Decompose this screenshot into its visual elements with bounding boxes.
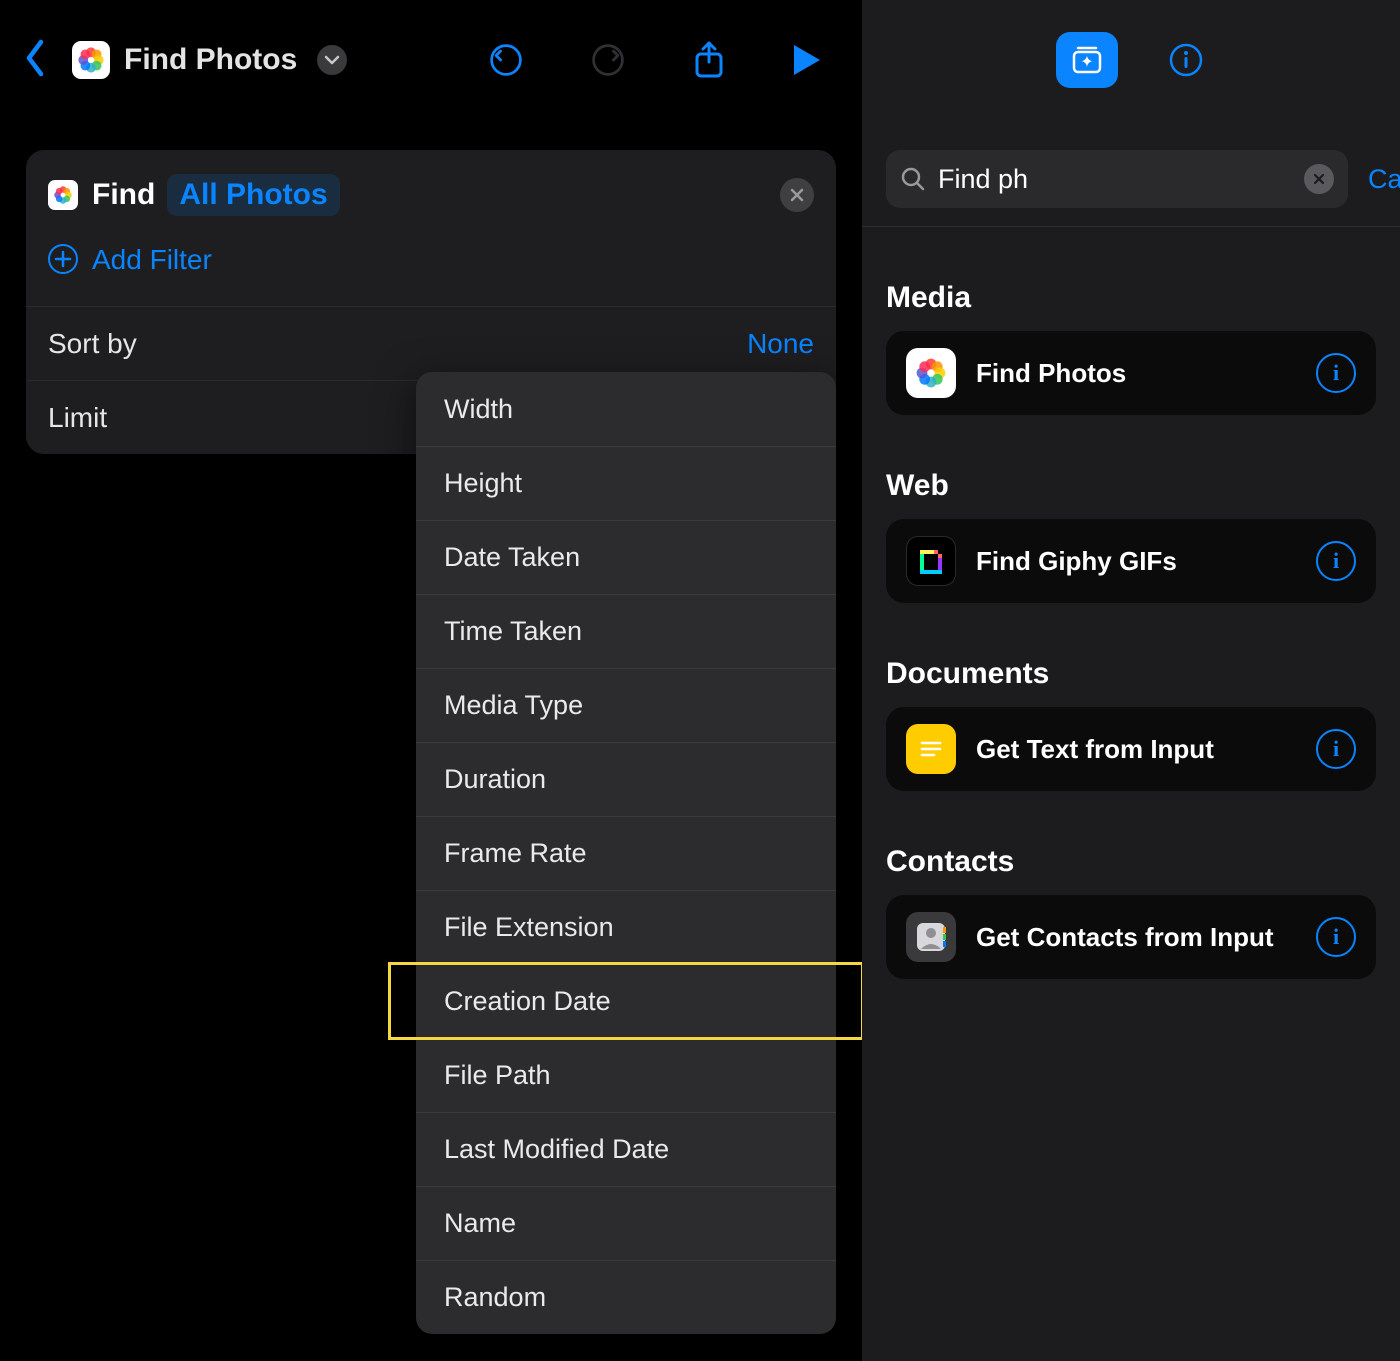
photos-app-icon: [48, 180, 78, 210]
svg-text:✦: ✦: [1080, 54, 1093, 71]
run-button[interactable]: [792, 43, 822, 77]
editor-toolbar: Find Photos: [0, 0, 862, 120]
action-result[interactable]: Find Photos i: [886, 331, 1376, 415]
editor-pane: Find Photos: [0, 0, 862, 1361]
sort-option-creation-date[interactable]: Creation Date: [416, 964, 836, 1038]
sort-option-time-taken[interactable]: Time Taken: [416, 594, 836, 668]
sort-option-height[interactable]: Height: [416, 446, 836, 520]
sort-option-duration[interactable]: Duration: [416, 742, 836, 816]
info-button[interactable]: [1166, 40, 1206, 80]
search-field[interactable]: [886, 150, 1348, 208]
sort-by-label: Sort by: [48, 328, 137, 360]
toolbar-actions: [488, 40, 822, 80]
search-results: MediaFind PhotosiWebFind Giphy GIFsiDocu…: [862, 227, 1400, 979]
back-button[interactable]: [18, 38, 52, 83]
action-result[interactable]: Find Giphy GIFs i: [886, 519, 1376, 603]
search-icon: [900, 166, 926, 192]
contacts-icon: [906, 912, 956, 962]
redo-button[interactable]: [590, 42, 626, 78]
group-title: Contacts: [886, 845, 1376, 879]
find-label: Find: [92, 178, 155, 212]
result-title: Get Contacts from Input: [976, 921, 1296, 954]
action-result[interactable]: Get Text from Input i: [886, 707, 1376, 791]
remove-action-button[interactable]: [780, 178, 814, 212]
photos-source-chip[interactable]: All Photos: [167, 174, 339, 216]
sort-option-last-modified-date[interactable]: Last Modified Date: [416, 1112, 836, 1186]
sort-option-frame-rate[interactable]: Frame Rate: [416, 816, 836, 890]
result-title: Find Giphy GIFs: [976, 545, 1296, 578]
result-title: Find Photos: [976, 357, 1296, 390]
actions-library-button[interactable]: ✦: [1056, 32, 1118, 88]
sort-option-random[interactable]: Random: [416, 1260, 836, 1334]
sort-option-name[interactable]: Name: [416, 1186, 836, 1260]
add-filter-label: Add Filter: [92, 244, 212, 276]
giphy-icon: [906, 536, 956, 586]
sort-by-row[interactable]: Sort by None: [26, 306, 836, 380]
action-header-row[interactable]: Find All Photos: [26, 150, 836, 240]
photos-app-icon: [906, 348, 956, 398]
shortcut-title-area[interactable]: Find Photos: [72, 41, 347, 79]
sort-option-file-extension[interactable]: File Extension: [416, 890, 836, 964]
sort-option-media-type[interactable]: Media Type: [416, 668, 836, 742]
plus-icon: [48, 244, 78, 274]
sort-option-date-taken[interactable]: Date Taken: [416, 520, 836, 594]
result-info-button[interactable]: i: [1316, 729, 1356, 769]
result-info-button[interactable]: i: [1316, 353, 1356, 393]
group-title: Web: [886, 469, 1376, 503]
sort-option-file-path[interactable]: File Path: [416, 1038, 836, 1112]
result-group-web: Web Find Giphy GIFs i: [862, 415, 1400, 603]
library-toolbar: ✦: [862, 0, 1400, 120]
result-title: Get Text from Input: [976, 733, 1296, 766]
limit-label: Limit: [48, 402, 107, 434]
undo-button[interactable]: [488, 42, 524, 78]
share-button[interactable]: [692, 40, 726, 80]
sort-by-value[interactable]: None: [747, 328, 814, 360]
sort-option-width[interactable]: Width: [416, 372, 836, 446]
search-row: Cancel: [862, 120, 1400, 227]
clear-search-button[interactable]: [1304, 164, 1334, 194]
photos-app-icon: [72, 41, 110, 79]
add-filter-button[interactable]: Add Filter: [26, 240, 836, 306]
result-info-button[interactable]: i: [1316, 541, 1356, 581]
title-chevron-icon[interactable]: [317, 45, 347, 75]
shortcut-title: Find Photos: [124, 43, 297, 77]
sort-options-popup: WidthHeightDate TakenTime TakenMedia Typ…: [416, 372, 836, 1334]
result-group-documents: Documents Get Text from Input i: [862, 603, 1400, 791]
result-info-button[interactable]: i: [1316, 917, 1356, 957]
result-group-contacts: Contacts Get Contacts from Input i: [862, 791, 1400, 979]
text-icon: [906, 724, 956, 774]
search-input[interactable]: [938, 164, 1292, 195]
group-title: Documents: [886, 657, 1376, 691]
cancel-search-button[interactable]: Cancel: [1368, 164, 1400, 195]
group-title: Media: [886, 281, 1376, 315]
result-group-media: Media Find Photos i: [862, 227, 1400, 415]
action-result[interactable]: Get Contacts from Input i: [886, 895, 1376, 979]
library-pane: ✦ Cancel Media Find Photos i Web Find Giphy …: [862, 0, 1400, 1361]
